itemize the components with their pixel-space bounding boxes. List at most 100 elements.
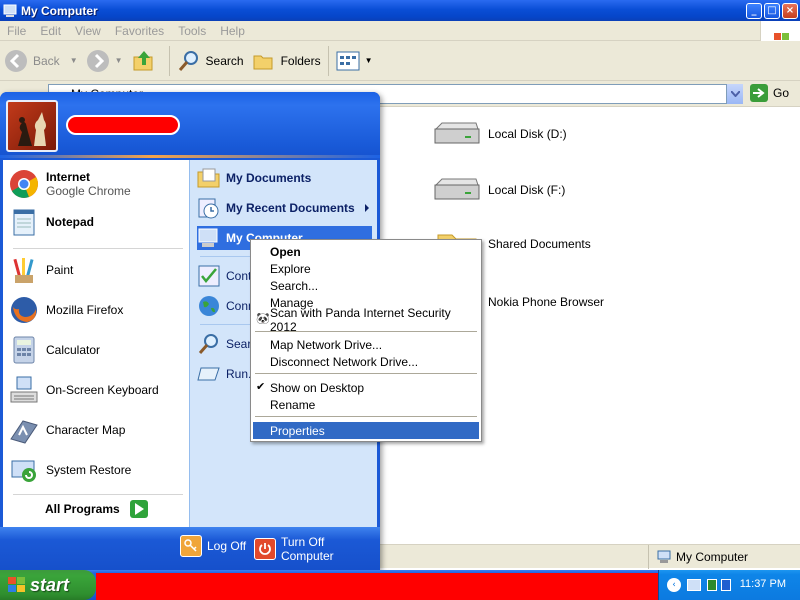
- clock[interactable]: 11:37 PM: [740, 578, 786, 590]
- recent-item-calculator[interactable]: Calculator: [8, 334, 100, 366]
- ctx-show-on-desktop[interactable]: ✔ Show on Desktop: [253, 379, 479, 396]
- menu-favorites[interactable]: Favorites: [115, 24, 164, 38]
- status-location-label: My Computer: [676, 550, 749, 564]
- menu-help[interactable]: Help: [220, 24, 245, 38]
- up-folder-button[interactable]: [127, 45, 166, 77]
- ctx-rename[interactable]: Rename: [253, 396, 479, 413]
- chevron-down-icon[interactable]: ▼: [365, 56, 373, 65]
- tray-expand-icon[interactable]: ‹: [667, 578, 681, 592]
- taskbar-redacted-area: [96, 573, 658, 600]
- ctx-open[interactable]: Open: [253, 243, 479, 260]
- window-titlebar[interactable]: My Computer _ □ ×: [0, 0, 800, 21]
- ctx-scan-label: Scan with Panda Internet Security 2012: [270, 305, 451, 334]
- globe-icon: [197, 294, 221, 318]
- ctx-explore[interactable]: Explore: [253, 260, 479, 277]
- status-bar: My Computer: [380, 544, 800, 569]
- log-off-label: Log Off: [207, 539, 247, 553]
- recent-item-label: System Restore: [46, 463, 132, 477]
- menu-edit[interactable]: Edit: [40, 24, 61, 38]
- search-icon: [197, 332, 221, 356]
- place-run[interactable]: Run...: [197, 362, 258, 386]
- checkmark-icon: ✔: [256, 380, 266, 393]
- place-control-panel[interactable]: Contr: [197, 264, 255, 288]
- views-icon: [336, 51, 360, 70]
- folders-button[interactable]: Folders: [248, 45, 325, 77]
- system-restore-icon: [8, 454, 40, 486]
- username-redacted: [66, 115, 180, 135]
- start-menu-footer: Log Off Turn Off Computer: [0, 527, 380, 570]
- pinned-item-title: Notepad: [46, 215, 94, 229]
- pinned-item-internet[interactable]: Internet Google Chrome: [8, 168, 131, 200]
- status-location: My Computer: [648, 545, 748, 569]
- recent-item-label: Mozilla Firefox: [46, 303, 124, 317]
- character-map-icon: [8, 414, 40, 446]
- chevron-down-icon[interactable]: ▼: [115, 56, 123, 65]
- folders-icon: [253, 55, 273, 69]
- drive-label: Nokia Phone Browser: [488, 295, 605, 309]
- ctx-show-label: Show on Desktop: [270, 380, 365, 395]
- recent-item-osk[interactable]: On-Screen Keyboard: [8, 374, 159, 406]
- ctx-search[interactable]: Search...: [253, 277, 479, 294]
- network-icon[interactable]: [687, 579, 701, 591]
- drive-item[interactable]: Local Disk (D:): [432, 121, 567, 147]
- views-button[interactable]: ▼: [332, 45, 377, 77]
- recent-item-system-restore[interactable]: System Restore: [8, 454, 131, 486]
- back-label: Back: [33, 53, 60, 68]
- documents-folder-icon: [197, 166, 221, 190]
- standard-toolbar: Back ▼ ▼ Search Folders ▼: [0, 41, 800, 81]
- place-my-documents[interactable]: My Documents: [197, 166, 311, 190]
- chess-pieces-icon: [18, 112, 46, 146]
- pinned-item-subtitle: Google Chrome: [46, 184, 131, 198]
- recent-item-charmap[interactable]: Character Map: [8, 414, 125, 446]
- minimize-button[interactable]: _: [746, 2, 762, 19]
- all-programs-button[interactable]: All Programs: [45, 500, 148, 518]
- address-dropdown-button[interactable]: [726, 84, 743, 104]
- place-my-recent-documents[interactable]: My Recent Documents: [197, 196, 355, 220]
- chevron-down-icon[interactable]: ▼: [70, 56, 78, 65]
- security-icon[interactable]: [721, 579, 731, 591]
- place-search[interactable]: Searc: [197, 332, 257, 356]
- ctx-map-network-drive[interactable]: Map Network Drive...: [253, 336, 479, 353]
- back-arrow-icon: [5, 49, 27, 72]
- window-title: My Computer: [21, 3, 98, 18]
- paint-icon: [8, 254, 40, 286]
- menu-file[interactable]: File: [7, 24, 26, 38]
- hard-drive-icon: [434, 178, 480, 200]
- place-connect-to[interactable]: Conn: [197, 294, 255, 318]
- ctx-properties[interactable]: Properties: [253, 422, 479, 439]
- search-button[interactable]: Search: [173, 45, 248, 77]
- context-menu: Open Explore Search... Manage 🐼 Scan wit…: [250, 239, 482, 442]
- place-label: My Documents: [226, 171, 312, 185]
- recent-item-firefox[interactable]: Mozilla Firefox: [8, 294, 123, 326]
- my-computer-icon: [3, 4, 17, 17]
- go-button[interactable]: Go: [750, 84, 789, 102]
- volume-icon[interactable]: [707, 579, 717, 591]
- folders-label: Folders: [280, 53, 321, 68]
- recent-item-label: On-Screen Keyboard: [46, 383, 159, 397]
- ctx-scan-panda[interactable]: 🐼 Scan with Panda Internet Security 2012: [253, 306, 479, 334]
- recent-item-label: Paint: [46, 263, 74, 277]
- ctx-disconnect-network-drive[interactable]: Disconnect Network Drive...: [253, 353, 479, 370]
- start-menu-programs: Internet Google Chrome Notepad Paint Mozi…: [3, 160, 189, 527]
- maximize-button[interactable]: □: [764, 2, 780, 19]
- menu-tools[interactable]: Tools: [178, 24, 206, 38]
- taskbar: start ‹ 11:37 PM: [0, 570, 800, 600]
- drive-label: Local Disk (D:): [488, 127, 567, 141]
- pinned-item-notepad[interactable]: Notepad: [8, 206, 94, 238]
- menu-bar: File Edit View Favorites Tools Help: [0, 21, 800, 61]
- avatar[interactable]: [6, 100, 58, 152]
- drive-item[interactable]: Local Disk (F:): [432, 177, 565, 203]
- back-button[interactable]: Back ▼: [0, 45, 82, 77]
- log-off-button[interactable]: Log Off: [180, 535, 246, 557]
- menu-view[interactable]: View: [75, 24, 101, 38]
- submenu-arrow-icon: [365, 204, 369, 212]
- search-icon: [178, 50, 198, 71]
- forward-button[interactable]: ▼: [82, 45, 127, 77]
- search-label: Search: [205, 53, 244, 68]
- recent-item-label: Calculator: [46, 343, 101, 357]
- close-button[interactable]: ×: [782, 2, 798, 19]
- turn-off-button[interactable]: Turn Off Computer: [254, 535, 380, 563]
- chrome-icon: [8, 168, 40, 200]
- recent-item-paint[interactable]: Paint: [8, 254, 73, 286]
- start-button[interactable]: start: [0, 570, 96, 600]
